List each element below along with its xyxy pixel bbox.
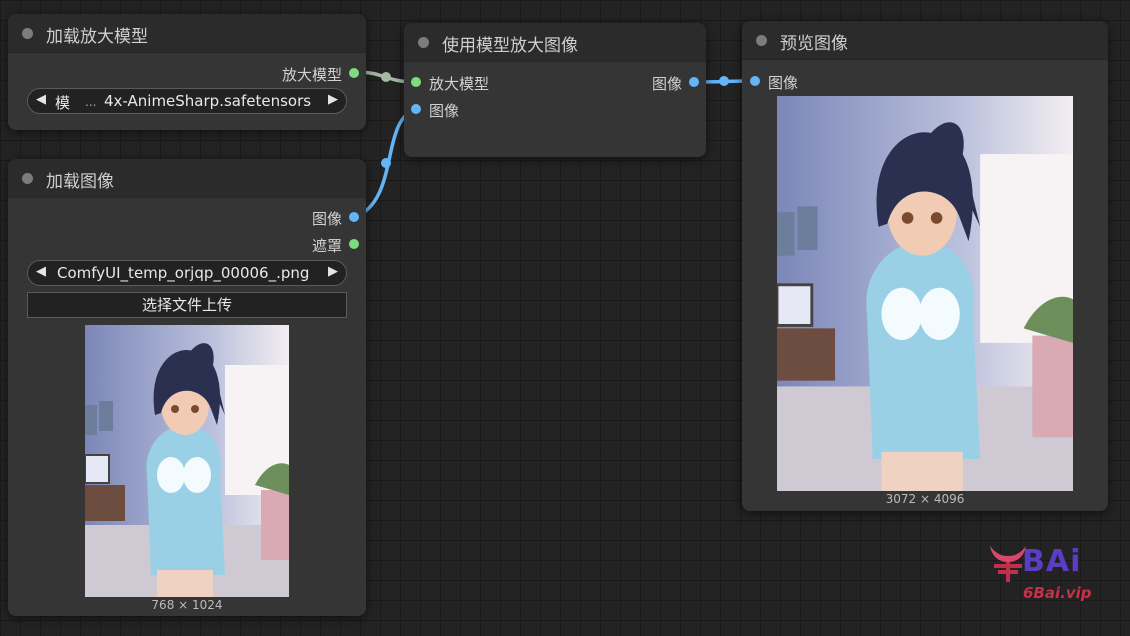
input-image-slot[interactable] xyxy=(411,104,421,114)
image-widget-value: ComfyUI_temp_orjqp_00006_.png xyxy=(57,264,310,282)
watermark-logo-text: BAi xyxy=(1022,544,1082,579)
model-widget-value: 4x-AnimeSharp.safetensors xyxy=(104,92,312,110)
node-header[interactable]: 加载图像 xyxy=(8,159,366,198)
node-header[interactable]: 预览图像 xyxy=(742,21,1108,60)
load-image-node[interactable]: 加载图像 图像 遮罩 ◀ ComfyUI_temp_orjqp_00006_.p… xyxy=(8,159,366,616)
output-image-label: 图像 xyxy=(651,75,682,93)
output-image-preview xyxy=(777,96,1073,491)
watermark-logo: BAi 6Bai.vip xyxy=(986,540,1106,610)
node-header[interactable]: 加载放大模型 xyxy=(8,14,366,53)
anime-girl-upscaled-image xyxy=(777,96,1073,491)
model-widget-label: 模 xyxy=(55,94,71,112)
node-title: 预览图像 xyxy=(780,34,848,54)
image-link-input-midpoint[interactable] xyxy=(381,158,391,168)
left-arrow-icon[interactable]: ◀ xyxy=(36,264,46,279)
image-link-output-midpoint[interactable] xyxy=(719,76,729,86)
input-image-slot[interactable] xyxy=(750,76,760,86)
image-file-combo[interactable]: ◀ ComfyUI_temp_orjqp_00006_.png ▶ xyxy=(27,260,347,286)
output-image-slot[interactable] xyxy=(349,212,359,222)
output-mask-slot[interactable] xyxy=(349,239,359,249)
collapse-dot-icon[interactable] xyxy=(22,173,33,184)
right-arrow-icon[interactable]: ▶ xyxy=(328,92,338,107)
model-name-combo[interactable]: ◀ 模 ... 4x-AnimeSharp.safetensors ▶ xyxy=(27,88,347,114)
node-title: 使用模型放大图像 xyxy=(442,36,578,56)
output-image-dimensions: 3072 × 4096 xyxy=(885,492,965,506)
upscale-with-model-node[interactable]: 使用模型放大图像 放大模型 图像 图像 xyxy=(404,23,706,157)
right-arrow-icon[interactable]: ▶ xyxy=(328,264,338,279)
output-mask-label: 遮罩 xyxy=(311,237,342,255)
input-upscale-model-label: 放大模型 xyxy=(429,75,490,93)
output-image-slot[interactable] xyxy=(689,77,699,87)
input-image-preview xyxy=(85,325,289,597)
node-header[interactable]: 使用模型放大图像 xyxy=(404,23,706,62)
output-upscale-model-slot[interactable] xyxy=(349,68,359,78)
output-upscale-model-label: 放大模型 xyxy=(281,66,342,84)
collapse-dot-icon[interactable] xyxy=(756,35,767,46)
input-image-dimensions: 768 × 1024 xyxy=(151,598,223,612)
input-image-label: 图像 xyxy=(768,74,799,92)
watermark-site: 6Bai.vip xyxy=(1023,584,1092,602)
left-arrow-icon[interactable]: ◀ xyxy=(36,92,46,107)
input-upscale-model-slot[interactable] xyxy=(411,77,421,87)
node-title: 加载放大模型 xyxy=(46,27,148,47)
collapse-dot-icon[interactable] xyxy=(22,28,33,39)
node-title: 加载图像 xyxy=(46,172,114,192)
anime-girl-image xyxy=(85,325,289,597)
upload-button[interactable]: 选择文件上传 xyxy=(27,292,347,318)
model-link-midpoint[interactable] xyxy=(381,72,391,82)
collapse-dot-icon[interactable] xyxy=(418,37,429,48)
model-widget-ellipsis: ... xyxy=(85,95,97,109)
output-image-label: 图像 xyxy=(311,210,342,228)
preview-image-node[interactable]: 预览图像 图像 3072 × 4096 xyxy=(742,21,1108,511)
load-upscale-model-node[interactable]: 加载放大模型 放大模型 ◀ 模 ... 4x-AnimeSharp.safete… xyxy=(8,14,366,130)
input-image-label: 图像 xyxy=(429,102,460,120)
